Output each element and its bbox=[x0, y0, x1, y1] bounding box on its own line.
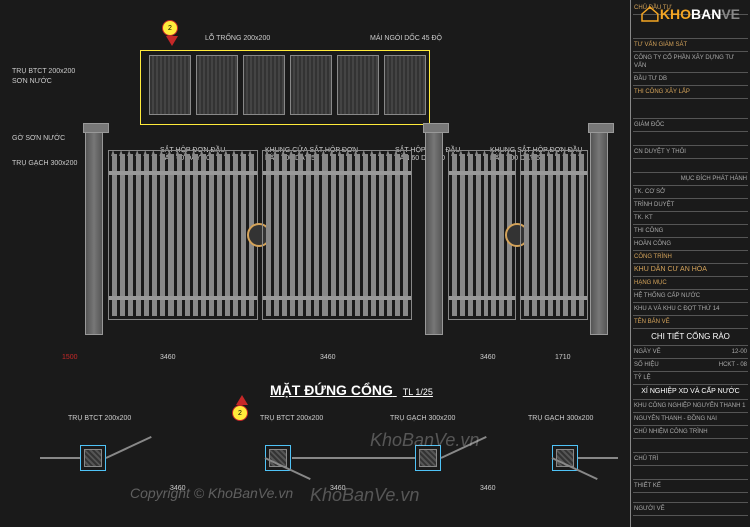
tb-cn-duyet: CN DUYỆT Y THÔI bbox=[633, 146, 748, 159]
house-icon bbox=[640, 5, 660, 23]
pillar-left bbox=[85, 130, 103, 335]
section-marker-bottom: 2 bbox=[232, 395, 252, 415]
tb-ten-bv: TÊN BẢN VẼ bbox=[633, 316, 748, 329]
gate-elevation: 1500 3460 3460 3460 1710 bbox=[90, 40, 610, 370]
tb-thi-cong: THI CÔNG XÂY LẮP bbox=[633, 86, 748, 99]
pillar-right bbox=[590, 130, 608, 335]
section-marker-top: 2 bbox=[162, 20, 182, 40]
gate-panel-1 bbox=[108, 150, 258, 320]
drawing-title: MẶT ĐỨNG CỔNG TL 1/25 bbox=[270, 382, 433, 398]
tb-giam-doc: GIÁM ĐỐC bbox=[633, 119, 748, 132]
gate-panel-2 bbox=[262, 150, 412, 320]
drawing-scale: TL 1/25 bbox=[403, 387, 433, 397]
watermark-2: KhoBanVe.vn bbox=[310, 485, 419, 506]
tb-tu-van: TƯ VẤN GIÁM SÁT bbox=[633, 39, 748, 52]
plan-label-btct-l: TRỤ BTCT 200x200 bbox=[68, 415, 131, 422]
gate-panel-4 bbox=[520, 150, 588, 320]
pillar-mid bbox=[425, 130, 443, 335]
title-block: CHỦ ĐẦU TƯ TƯ VẤN GIÁM SÁT CÔNG TY CỔ PH… bbox=[630, 0, 750, 527]
copyright-text: Copyright © KhoBanVe.vn bbox=[130, 485, 293, 501]
dim-1710: 1710 bbox=[555, 354, 571, 361]
plan-label-gach-1: TRỤ GẠCH 300x200 bbox=[390, 415, 455, 422]
gate-panel-3 bbox=[448, 150, 516, 320]
dim-3460-1: 3460 bbox=[160, 354, 176, 361]
dim-1500: 1500 bbox=[62, 354, 78, 361]
plan-dim-3: 3460 bbox=[480, 485, 496, 492]
label-tru-btct: TRỤ BTCT 200x200 bbox=[12, 68, 75, 75]
tb-hang-muc: HẠNG MỤC bbox=[633, 277, 748, 290]
plan-pillar-1 bbox=[80, 445, 106, 471]
tb-cong-trinh: CÔNG TRÌNH bbox=[633, 251, 748, 264]
tb-xi-nghiep: XÍ NGHIỆP XD VÀ CẤP NƯỚC bbox=[633, 385, 748, 400]
logo-ban: BAN bbox=[691, 6, 721, 22]
plan-label-btct-m: TRỤ BTCT 200x200 bbox=[260, 415, 323, 422]
tb-chi-tiet: CHI TIẾT CỔNG RÀO bbox=[633, 329, 748, 346]
drawing-canvas: TRỤ BTCT 200x200 SƠN NƯỚC GỜ SƠN NƯỚC TR… bbox=[0, 0, 630, 527]
label-tru-gach: TRỤ GẠCH 300x200 bbox=[12, 160, 77, 167]
tb-khu-dan-cu: KHU DÂN CƯ AN HÒA bbox=[633, 264, 748, 277]
gate-body bbox=[90, 150, 610, 335]
plan-label-gach-2: TRỤ GẠCH 300x200 bbox=[528, 415, 593, 422]
label-go-son: GỜ SƠN NƯỚC bbox=[12, 135, 65, 142]
watermark-1: KhoBanVe.vn bbox=[370, 430, 479, 451]
logo-kho: KHO bbox=[660, 6, 691, 22]
dim-3460-2: 3460 bbox=[320, 354, 336, 361]
roof-section bbox=[140, 50, 430, 125]
label-son-nuoc: SƠN NƯỚC bbox=[12, 78, 52, 85]
logo-ve: VE bbox=[721, 6, 740, 22]
tb-muc-dich: MỤC ĐÍCH PHÁT HÀNH bbox=[633, 173, 748, 186]
dim-3460-3: 3460 bbox=[480, 354, 496, 361]
logo: KHOBANVE bbox=[640, 5, 740, 35]
